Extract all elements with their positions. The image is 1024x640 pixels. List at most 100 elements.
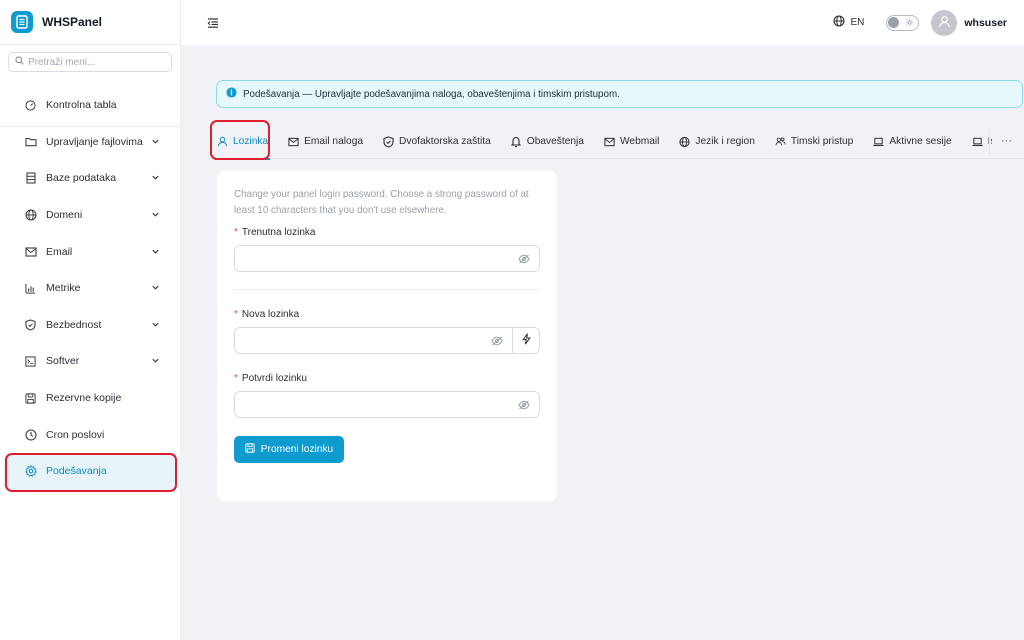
sidebar-item-label: Kontrolna tabla <box>46 99 117 112</box>
tab-dvofaktorska-zastita[interactable]: Dvofaktorska zaštita <box>373 125 501 159</box>
username[interactable]: whsuser <box>964 17 1007 29</box>
brand[interactable]: WHSPanel <box>0 0 180 45</box>
sidebar-item-label: Domeni <box>46 209 83 222</box>
gear-icon <box>24 465 37 478</box>
label-text: Trenutna lozinka <box>241 227 316 238</box>
language-selector[interactable]: EN <box>833 15 864 30</box>
clock-icon <box>24 428 37 441</box>
tabs-divider <box>989 129 990 155</box>
search-box <box>8 52 172 72</box>
chevron-down-icon <box>151 210 161 220</box>
sidebar-nav: Kontrolna tabla Upravljanje fajlovima Ba… <box>0 87 181 490</box>
tab-lozinka[interactable]: Lozinka <box>207 125 278 160</box>
info-icon <box>226 87 237 101</box>
sidebar-item-kontrolna-tabla[interactable]: Kontrolna tabla <box>0 87 181 124</box>
tabs-more-button[interactable]: ··· <box>1001 135 1012 147</box>
menu-collapse-icon[interactable] <box>206 16 220 30</box>
tab-aktivne-sesije[interactable]: Aktivne sesije <box>863 125 961 159</box>
chevron-down-icon <box>151 137 161 147</box>
sidebar-item-upravljanje-fajlovima[interactable]: Upravljanje fajlovima <box>0 124 181 161</box>
sidebar: WHSPanel Kontrolna tabla Upravljanje faj… <box>0 0 181 640</box>
team-icon <box>775 136 786 147</box>
alert-text: Podešavanja — Upravljajte podešavanjima … <box>243 88 620 100</box>
sun-icon <box>905 17 914 30</box>
sidebar-item-cron-poslovi[interactable]: Cron poslovi <box>0 416 181 453</box>
eye-off-icon[interactable] <box>490 334 504 348</box>
laptop-icon <box>873 136 884 147</box>
top-header: EN whsuser <box>181 0 1024 45</box>
globe-icon <box>24 209 37 222</box>
tab-email-naloga[interactable]: Email naloga <box>278 125 373 159</box>
sidebar-item-label: Baze podataka <box>46 172 117 185</box>
sidebar-item-label: Cron poslovi <box>46 428 105 441</box>
sidebar-item-baze-podataka[interactable]: Baze podataka <box>0 160 181 197</box>
sidebar-item-metrike[interactable]: Metrike <box>0 270 181 307</box>
sidebar-item-label: Metrike <box>46 282 81 295</box>
save-icon <box>245 443 255 456</box>
tab-is[interactable]: Is <box>962 125 992 159</box>
new-password-wrapper <box>234 327 540 354</box>
eye-off-icon[interactable] <box>517 252 531 266</box>
label-text: Nova lozinka <box>241 309 300 320</box>
tab-label: Obaveštenja <box>526 136 584 147</box>
sidebar-item-bezbednost[interactable]: Bezbednost <box>0 307 181 344</box>
sidebar-item-label: Bezbednost <box>46 318 102 331</box>
required-mark: * <box>234 373 238 384</box>
sidebar-item-domeni[interactable]: Domeni <box>0 197 181 234</box>
mail-icon <box>24 245 37 258</box>
sidebar-item-label: Rezervne kopije <box>46 392 122 405</box>
button-label: Promeni lozinku <box>260 444 334 455</box>
eye-off-icon[interactable] <box>517 398 531 412</box>
dashboard-icon <box>24 99 37 112</box>
user-icon <box>938 15 951 31</box>
change-password-button[interactable]: Promeni lozinku <box>234 436 344 463</box>
tab-timski-pristup[interactable]: Timski pristup <box>765 125 863 159</box>
current-password-label: * Trenutna lozinka <box>234 227 540 238</box>
chevron-down-icon <box>151 356 161 366</box>
tab-label: Timski pristup <box>790 136 854 147</box>
theme-toggle[interactable] <box>886 14 920 31</box>
tab-jezik-i-region[interactable]: Jezik i region <box>669 125 764 159</box>
language-label: EN <box>850 17 865 28</box>
required-mark: * <box>234 227 238 238</box>
tab-obavestenja[interactable]: Obaveštenja <box>501 125 594 159</box>
laptop-icon <box>972 136 983 147</box>
folder-icon <box>24 135 37 148</box>
sidebar-item-softver[interactable]: Softver <box>0 343 181 380</box>
lightning-icon <box>521 333 531 348</box>
sidebar-item-rezervne-kopije[interactable]: Rezervne kopije <box>0 380 181 417</box>
sidebar-item-label: Email <box>46 245 73 258</box>
tab-label: Webmail <box>619 136 660 147</box>
sidebar-item-label: Softver <box>46 355 80 368</box>
current-password-input[interactable] <box>235 246 517 271</box>
card-description: Change your panel login password. Choose… <box>234 189 529 216</box>
label-text: Potvrdi lozinku <box>241 373 307 384</box>
tab-label: Jezik i region <box>695 136 755 147</box>
confirm-password-input[interactable] <box>235 392 517 417</box>
tab-webmail[interactable]: Webmail <box>594 125 669 159</box>
generate-password-button[interactable] <box>512 328 539 353</box>
terminal-icon <box>24 355 37 368</box>
toggle-knob <box>888 16 900 28</box>
search-input[interactable] <box>28 56 168 68</box>
avatar[interactable] <box>931 9 958 36</box>
password-card: Change your panel login password. Choose… <box>217 170 557 502</box>
mail-icon <box>604 136 615 147</box>
sidebar-item-email[interactable]: Email <box>0 233 181 270</box>
user-icon <box>217 136 228 147</box>
tab-label: Dvofaktorska zaštita <box>399 136 491 147</box>
database-icon <box>24 172 37 185</box>
tab-label: Email naloga <box>304 136 364 147</box>
chevron-down-icon <box>151 283 161 293</box>
mail-icon <box>288 136 299 147</box>
chevron-down-icon <box>151 173 161 183</box>
sidebar-item-label: Podešavanja <box>46 465 107 478</box>
sidebar-item-podesavanja[interactable]: Podešavanja <box>4 452 177 490</box>
shield-check-icon <box>383 135 394 148</box>
new-password-input[interactable] <box>235 328 490 353</box>
server-logo-icon <box>11 11 33 33</box>
sidebar-item-label: Upravljanje fajlovima <box>46 135 143 148</box>
confirm-password-wrapper <box>234 391 540 418</box>
confirm-password-label: * Potvrdi lozinku <box>234 373 540 384</box>
globe-icon <box>833 15 846 30</box>
